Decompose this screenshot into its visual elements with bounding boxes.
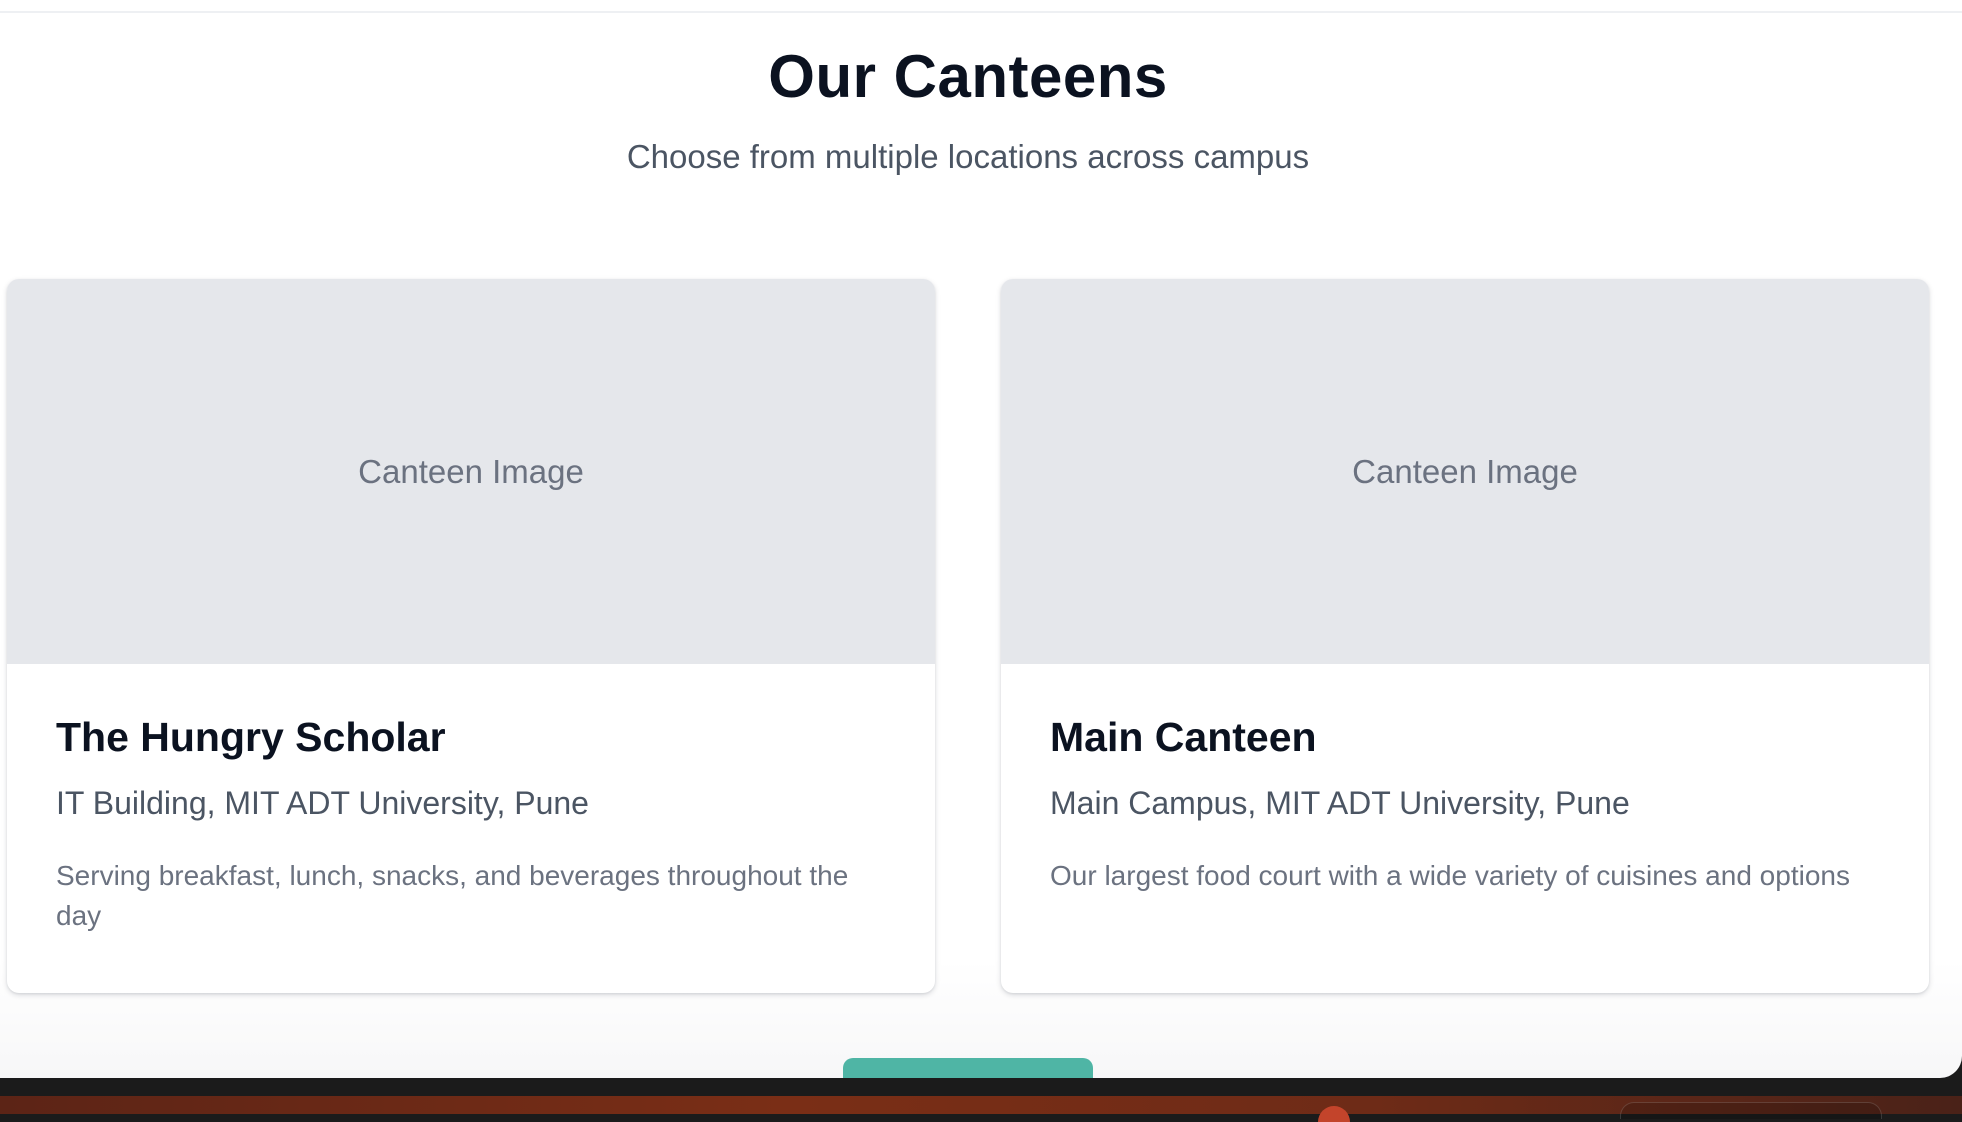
canteen-description: Serving breakfast, lunch, snacks, and be… bbox=[56, 860, 849, 932]
section-title: Our Canteens bbox=[768, 43, 1168, 110]
header-divider bbox=[0, 11, 1962, 13]
taskbar-tray[interactable] bbox=[1620, 1102, 1882, 1119]
canteen-image-placeholder: Canteen Image bbox=[1001, 279, 1929, 664]
canteen-name: The Hungry Scholar bbox=[56, 714, 446, 760]
canteen-card-main-canteen[interactable]: Canteen Image Main Canteen Main Campus, … bbox=[1001, 279, 1929, 993]
canteen-location: IT Building, MIT ADT University, Pune bbox=[56, 785, 589, 822]
page-viewport: Our Canteens Choose from multiple locati… bbox=[0, 0, 1962, 1078]
canteen-location: Main Campus, MIT ADT University, Pune bbox=[1050, 785, 1630, 822]
canteen-description: Our largest food court with a wide varie… bbox=[1050, 860, 1850, 892]
canteen-card-hungry-scholar[interactable]: Canteen Image The Hungry Scholar IT Buil… bbox=[7, 279, 935, 993]
view-all-canteens-button[interactable] bbox=[843, 1058, 1093, 1078]
canteen-card-body: The Hungry Scholar IT Building, MIT ADT … bbox=[56, 714, 895, 936]
canteen-name: Main Canteen bbox=[1050, 714, 1317, 760]
canteen-card-body: Main Canteen Main Campus, MIT ADT Univer… bbox=[1050, 714, 1889, 896]
canteen-image-label: Canteen Image bbox=[358, 452, 584, 490]
section-subtitle: Choose from multiple locations across ca… bbox=[626, 138, 1310, 175]
canteen-image-label: Canteen Image bbox=[1352, 452, 1578, 490]
canteen-image-placeholder: Canteen Image bbox=[7, 279, 935, 664]
